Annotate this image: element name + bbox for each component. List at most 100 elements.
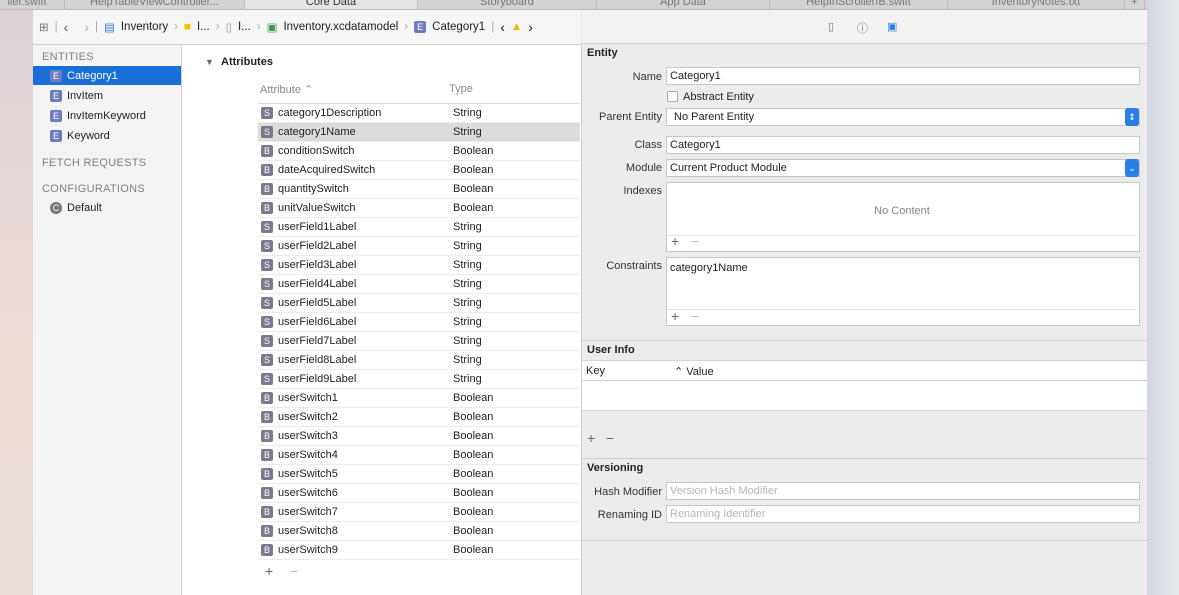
prev-issue-button[interactable]: ‹ xyxy=(500,19,505,35)
hash-modifier-field[interactable]: Version Hash Modifier xyxy=(666,482,1140,500)
attribute-name[interactable]: userField8Label xyxy=(278,354,356,366)
table-row[interactable]: BdateAcquiredSwitch Boolean xyxy=(258,161,580,180)
attribute-type[interactable]: String xyxy=(453,126,482,138)
table-row[interactable]: Scategory1Name String xyxy=(258,123,580,142)
attribute-name[interactable]: conditionSwitch xyxy=(278,145,354,157)
tab[interactable]: Core Data xyxy=(245,0,418,9)
user-info-table[interactable] xyxy=(582,381,1147,411)
attribute-name[interactable]: quantitySwitch xyxy=(278,183,349,195)
breadcrumb-item[interactable]: Inventory xyxy=(121,21,168,33)
table-row[interactable]: BconditionSwitch Boolean xyxy=(258,142,580,161)
table-row[interactable]: BunitValueSwitch Boolean xyxy=(258,199,580,218)
attribute-type[interactable]: Boolean xyxy=(453,202,493,214)
data-model-inspector-icon[interactable]: ▣ xyxy=(887,20,897,33)
table-row[interactable]: BuserSwitch6 Boolean xyxy=(258,484,580,503)
file-inspector-icon[interactable]: ▯ xyxy=(828,20,834,33)
column-header-key[interactable]: Key xyxy=(586,365,605,377)
attribute-name[interactable]: unitValueSwitch xyxy=(278,202,355,214)
forward-button[interactable]: › xyxy=(84,19,89,35)
attribute-type[interactable]: String xyxy=(453,259,482,271)
entity-item[interactable]: E InvItemKeyword xyxy=(33,106,181,125)
table-row[interactable]: SuserField9Label String xyxy=(258,370,580,389)
attribute-name[interactable]: userSwitch5 xyxy=(278,468,338,480)
tab[interactable]: Storyboard xyxy=(418,0,597,9)
attribute-type[interactable]: String xyxy=(453,354,482,366)
column-header-attribute[interactable]: Attribute ⌃ xyxy=(260,83,313,96)
config-default[interactable]: C Default xyxy=(33,198,181,217)
column-header-type[interactable]: Type xyxy=(449,83,473,95)
attribute-type[interactable]: Boolean xyxy=(453,449,493,461)
tab[interactable]: App Data xyxy=(597,0,770,9)
constraint-item[interactable]: category1Name xyxy=(670,260,748,276)
class-field[interactable]: Category1 xyxy=(666,136,1140,154)
attribute-type[interactable]: Boolean xyxy=(453,183,493,195)
renaming-id-field[interactable]: Renaming Identifier xyxy=(666,505,1140,523)
tab[interactable]: HelpTableViewController... xyxy=(65,0,245,9)
attribute-type[interactable]: String xyxy=(453,297,482,309)
remove-attribute-button[interactable]: − xyxy=(290,563,298,579)
attribute-type[interactable]: Boolean xyxy=(453,392,493,404)
attribute-type[interactable]: String xyxy=(453,240,482,252)
attribute-type[interactable]: Boolean xyxy=(453,487,493,499)
quick-help-icon[interactable]: ⓘ xyxy=(857,20,868,36)
attribute-type[interactable]: Boolean xyxy=(453,164,493,176)
add-attribute-button[interactable]: + xyxy=(265,563,273,579)
related-items-icon[interactable]: ⊞ xyxy=(39,20,49,34)
remove-user-info-button[interactable]: − xyxy=(606,430,614,446)
attribute-name[interactable]: category1Description xyxy=(278,107,381,119)
entity-item[interactable]: E Keyword xyxy=(33,126,181,145)
attribute-name[interactable]: userSwitch3 xyxy=(278,430,338,442)
attribute-name[interactable]: category1Name xyxy=(278,126,356,138)
next-issue-button[interactable]: › xyxy=(528,19,533,35)
parent-entity-select[interactable]: No Parent Entity ⇕ xyxy=(666,108,1140,126)
attribute-type[interactable]: Boolean xyxy=(453,411,493,423)
table-row[interactable]: SuserField1Label String xyxy=(258,218,580,237)
table-row[interactable]: BuserSwitch8 Boolean xyxy=(258,522,580,541)
name-field[interactable]: Category1 xyxy=(666,67,1140,85)
remove-index-button[interactable]: − xyxy=(691,233,699,249)
table-row[interactable]: BuserSwitch2 Boolean xyxy=(258,408,580,427)
table-row[interactable]: BuserSwitch5 Boolean xyxy=(258,465,580,484)
attribute-type[interactable]: String xyxy=(453,335,482,347)
table-row[interactable]: Scategory1Description String xyxy=(258,104,580,123)
attribute-name[interactable]: userSwitch9 xyxy=(278,544,338,556)
entity-item[interactable]: E InvItem xyxy=(33,86,181,105)
attribute-name[interactable]: userField9Label xyxy=(278,373,356,385)
attribute-name[interactable]: userSwitch1 xyxy=(278,392,338,404)
table-row[interactable]: BuserSwitch3 Boolean xyxy=(258,427,580,446)
abstract-entity-checkbox[interactable] xyxy=(667,91,678,102)
table-row[interactable]: SuserField7Label String xyxy=(258,332,580,351)
table-row[interactable]: BuserSwitch4 Boolean xyxy=(258,446,580,465)
add-tab-button[interactable]: + xyxy=(1125,0,1145,9)
warning-icon[interactable]: ▲ xyxy=(511,21,522,33)
breadcrumb-item[interactable]: I... xyxy=(197,21,210,33)
attribute-type[interactable]: String xyxy=(453,316,482,328)
breadcrumb-item[interactable]: Inventory.xcdatamodel xyxy=(283,21,398,33)
tab[interactable]: HelpInScrollerIB.swift xyxy=(770,0,948,9)
table-row[interactable]: SuserField6Label String xyxy=(258,313,580,332)
attribute-name[interactable]: userField1Label xyxy=(278,221,356,233)
indexes-list[interactable]: No Content + − xyxy=(666,182,1140,252)
attribute-type[interactable]: Boolean xyxy=(453,525,493,537)
table-row[interactable]: BquantitySwitch Boolean xyxy=(258,180,580,199)
breadcrumb-item[interactable]: I... xyxy=(238,21,251,33)
attribute-name[interactable]: userField5Label xyxy=(278,297,356,309)
table-row[interactable]: SuserField2Label String xyxy=(258,237,580,256)
attribute-name[interactable]: userField2Label xyxy=(278,240,356,252)
attribute-type[interactable]: Boolean xyxy=(453,430,493,442)
attribute-type[interactable]: Boolean xyxy=(453,468,493,480)
add-user-info-button[interactable]: + xyxy=(587,430,595,446)
disclosure-triangle-icon[interactable]: ▼ xyxy=(205,57,214,67)
attribute-type[interactable]: Boolean xyxy=(453,544,493,556)
attribute-name[interactable]: userSwitch8 xyxy=(278,525,338,537)
constraints-list[interactable]: category1Name + − xyxy=(666,257,1140,326)
table-row[interactable]: SuserField3Label String xyxy=(258,256,580,275)
module-combobox[interactable]: Current Product Module ⌄ xyxy=(666,159,1140,177)
tab[interactable]: ller.swift xyxy=(0,0,65,9)
table-row[interactable]: BuserSwitch1 Boolean xyxy=(258,389,580,408)
add-index-button[interactable]: + xyxy=(671,233,679,249)
table-row[interactable]: SuserField4Label String xyxy=(258,275,580,294)
column-header-value[interactable]: ⌃ Value xyxy=(674,365,714,378)
attribute-type[interactable]: String xyxy=(453,107,482,119)
attribute-name[interactable]: userField3Label xyxy=(278,259,356,271)
